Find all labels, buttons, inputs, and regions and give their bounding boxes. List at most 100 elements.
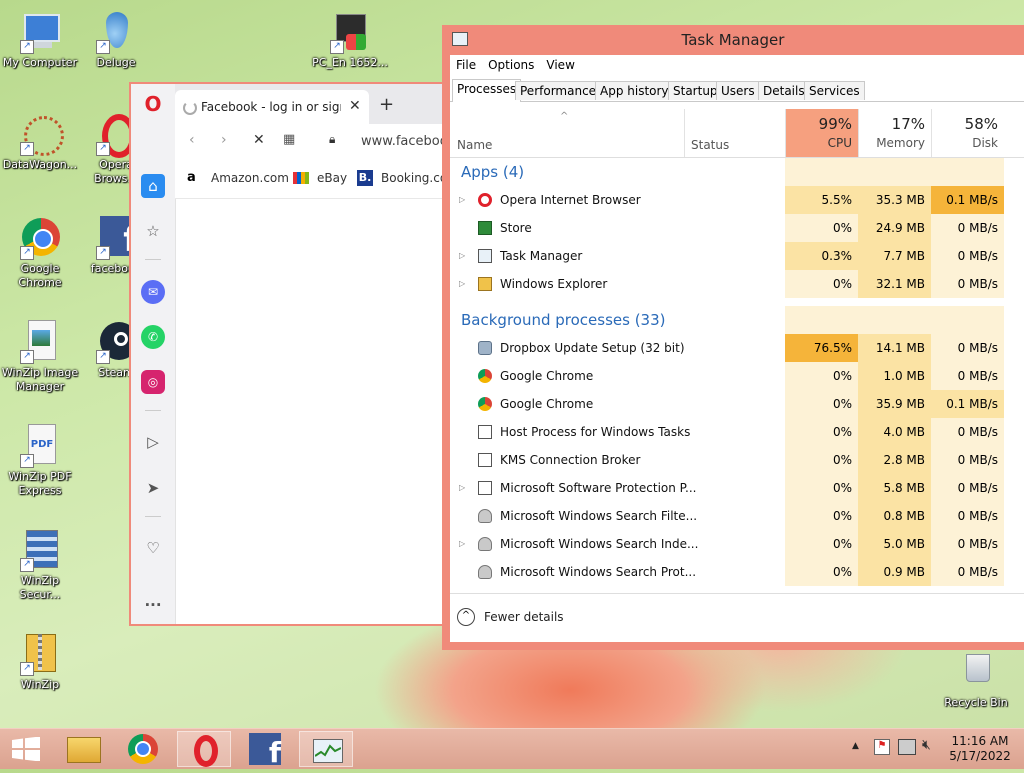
- taskbar-opera[interactable]: [177, 731, 231, 767]
- taskbar-file-explorer[interactable]: [56, 731, 110, 767]
- tab-users[interactable]: Users: [716, 81, 760, 100]
- bookmark-ebay[interactable]: eBay: [317, 171, 347, 185]
- group-header[interactable]: Background processes (33): [450, 306, 1024, 334]
- column-cpu[interactable]: 99% CPU: [785, 109, 858, 157]
- action-center-flag-icon[interactable]: ⚑: [874, 739, 890, 755]
- messenger-icon[interactable]: ✉: [141, 280, 165, 304]
- home-icon[interactable]: ⌂: [141, 174, 165, 198]
- browser-tab[interactable]: Facebook - log in or sign u ✕: [175, 90, 369, 124]
- process-row[interactable]: ▷ Opera Internet Browser 5.5% 35.3 MB 0.1 MB…: [450, 186, 1024, 214]
- process-row[interactable]: KMS Connection Broker 0% 2.8 MB 0 MB/s: [450, 446, 1024, 474]
- process-row[interactable]: Microsoft Windows Search Prot... 0% 0.9 MB…: [450, 558, 1024, 586]
- menu-file[interactable]: File: [450, 55, 482, 75]
- disk-value: 0.1 MB/s: [931, 390, 1004, 418]
- disk-value: 0 MB/s: [931, 530, 1004, 558]
- process-row[interactable]: Dropbox Update Setup (32 bit) 76.5% 14.1 M…: [450, 334, 1024, 362]
- column-status-box[interactable]: Status: [684, 109, 786, 157]
- player-icon[interactable]: ▷: [141, 430, 165, 454]
- process-row[interactable]: ▷ Microsoft Software Protection P... 0% 5.8…: [450, 474, 1024, 502]
- browser-window[interactable]: O ⌂ ☆ ✉ ✆ ◎ ▷ ➤ ♡ ... Facebook - log in …: [129, 82, 449, 626]
- desktop-icon-winzip-secure[interactable]: ↗ WinZip Secur...: [0, 528, 80, 602]
- process-row[interactable]: ▷ Windows Explorer 0% 32.1 MB 0 MB/s: [450, 270, 1024, 298]
- taskbar-facebook[interactable]: f: [238, 731, 292, 769]
- expand-arrow-icon[interactable]: ▷: [459, 474, 465, 502]
- process-row[interactable]: ▷ Task Manager 0.3% 7.7 MB 0 MB/s: [450, 242, 1024, 270]
- network-icon[interactable]: [898, 739, 916, 755]
- tab-details[interactable]: Details: [758, 81, 810, 100]
- process-row[interactable]: Google Chrome 0% 35.9 MB 0.1 MB/s: [450, 390, 1024, 418]
- disk-value: 0 MB/s: [931, 362, 1004, 390]
- memory-value: 4.0 MB: [858, 418, 931, 446]
- winzip-pdf-icon: PDF ↗: [18, 424, 62, 468]
- show-hidden-icons-icon[interactable]: ▲: [852, 741, 859, 751]
- desktop-icon-pc-en[interactable]: ↗ PC_En 1652...: [310, 10, 390, 70]
- process-row[interactable]: Microsoft Windows Search Filte... 0% 0.8 M…: [450, 502, 1024, 530]
- stop-loading-icon[interactable]: ✕: [253, 132, 265, 148]
- process-row[interactable]: Host Process for Windows Tasks 0% 4.0 MB 0 …: [450, 418, 1024, 446]
- process-name: Windows Explorer: [500, 277, 608, 291]
- process-name: Store: [500, 221, 532, 235]
- expand-arrow-icon[interactable]: ▷: [459, 270, 465, 298]
- expand-arrow-icon[interactable]: ▷: [459, 186, 465, 214]
- bookmark-amazon[interactable]: Amazon.com: [211, 171, 289, 185]
- folder-icon: [478, 277, 492, 291]
- process-row[interactable]: Store 0% 24.9 MB 0 MB/s: [450, 214, 1024, 242]
- title-bar[interactable]: Task Manager: [442, 25, 1024, 55]
- expand-arrow-icon[interactable]: ▷: [459, 242, 465, 270]
- group-header[interactable]: Apps (4): [450, 158, 1024, 186]
- tab-services[interactable]: Services: [804, 81, 865, 100]
- forward-icon[interactable]: ›: [221, 132, 227, 148]
- heart-icon[interactable]: ♡: [141, 536, 165, 560]
- back-icon[interactable]: ‹: [189, 132, 195, 148]
- column-name[interactable]: Name: [457, 138, 492, 152]
- whatsapp-icon[interactable]: ✆: [141, 325, 165, 349]
- memory-value: 5.0 MB: [858, 530, 931, 558]
- tab-processes[interactable]: Processes: [452, 79, 522, 102]
- chevron-up-icon[interactable]: ^: [457, 608, 475, 626]
- desktop-icon-datawagon[interactable]: ↗ DataWagon...: [0, 112, 80, 172]
- task-manager-window[interactable]: Task Manager File Options View Processes P…: [442, 25, 1024, 650]
- chrome-icon: [478, 397, 492, 411]
- desktop-icon-winzip[interactable]: ↗ WinZip: [0, 632, 80, 692]
- taskbar-task-manager[interactable]: [299, 731, 353, 767]
- taskbar-chrome[interactable]: [116, 731, 170, 767]
- fewer-details-link[interactable]: Fewer details: [484, 610, 564, 624]
- desktop-icon-winzip-pdf-express[interactable]: PDF ↗ WinZip PDF Express: [0, 424, 80, 498]
- send-icon[interactable]: ➤: [141, 476, 165, 500]
- column-status: Status: [691, 138, 730, 152]
- expand-arrow-icon[interactable]: ▷: [459, 530, 465, 558]
- close-tab-icon[interactable]: ✕: [349, 98, 361, 114]
- bookmark-booking[interactable]: Booking.com: [381, 171, 447, 185]
- desktop-icon-recycle-bin[interactable]: Recycle Bin: [936, 650, 1016, 710]
- tab-title: Facebook - log in or sign u: [201, 100, 341, 114]
- tab-startup[interactable]: Startup: [668, 81, 723, 100]
- folder-icon: [67, 737, 101, 763]
- menu-options[interactable]: Options: [482, 55, 540, 75]
- sidebar-divider: [145, 516, 161, 517]
- speed-dial-icon[interactable]: ☆: [141, 219, 165, 243]
- volume-muted-icon[interactable]: 🔇︎: [922, 737, 931, 753]
- tab-app-history[interactable]: App history: [595, 81, 674, 100]
- process-row[interactable]: ▷ Microsoft Windows Search Inde... 0% 5.0 M…: [450, 530, 1024, 558]
- more-icon[interactable]: ...: [141, 589, 165, 613]
- cpu-value: 0%: [785, 214, 858, 242]
- search-user-icon: [478, 565, 492, 579]
- address-field[interactable]: www.facebook: [361, 134, 447, 149]
- cpu-total: 99%: [818, 115, 852, 133]
- desktop-icon-my-computer[interactable]: ↗ My Computer: [0, 10, 80, 70]
- menu-view[interactable]: View: [540, 55, 580, 75]
- column-memory[interactable]: 17% Memory: [858, 109, 931, 157]
- desktop-icon-google-chrome[interactable]: ↗ Google Chrome: [0, 216, 80, 290]
- bookmarks-bar: a Amazon.com eBay B. Booking.com: [175, 158, 447, 199]
- opera-logo-icon[interactable]: O: [141, 92, 165, 116]
- desktop-icon-winzip-image-manager[interactable]: ↗ WinZip Image Manager: [0, 320, 80, 394]
- new-tab-button[interactable]: +: [379, 94, 394, 115]
- start-button[interactable]: [0, 731, 54, 767]
- desktop-icon-deluge[interactable]: ↗ Deluge: [76, 10, 156, 70]
- tab-performance[interactable]: Performance: [515, 81, 602, 100]
- system-clock[interactable]: 11:16 AM 5/17/2022: [944, 734, 1016, 764]
- process-row[interactable]: Google Chrome 0% 1.0 MB 0 MB/s: [450, 362, 1024, 390]
- column-disk[interactable]: 58% Disk: [931, 109, 1004, 157]
- tabs-grid-icon[interactable]: ▦: [283, 132, 295, 147]
- instagram-icon[interactable]: ◎: [141, 370, 165, 394]
